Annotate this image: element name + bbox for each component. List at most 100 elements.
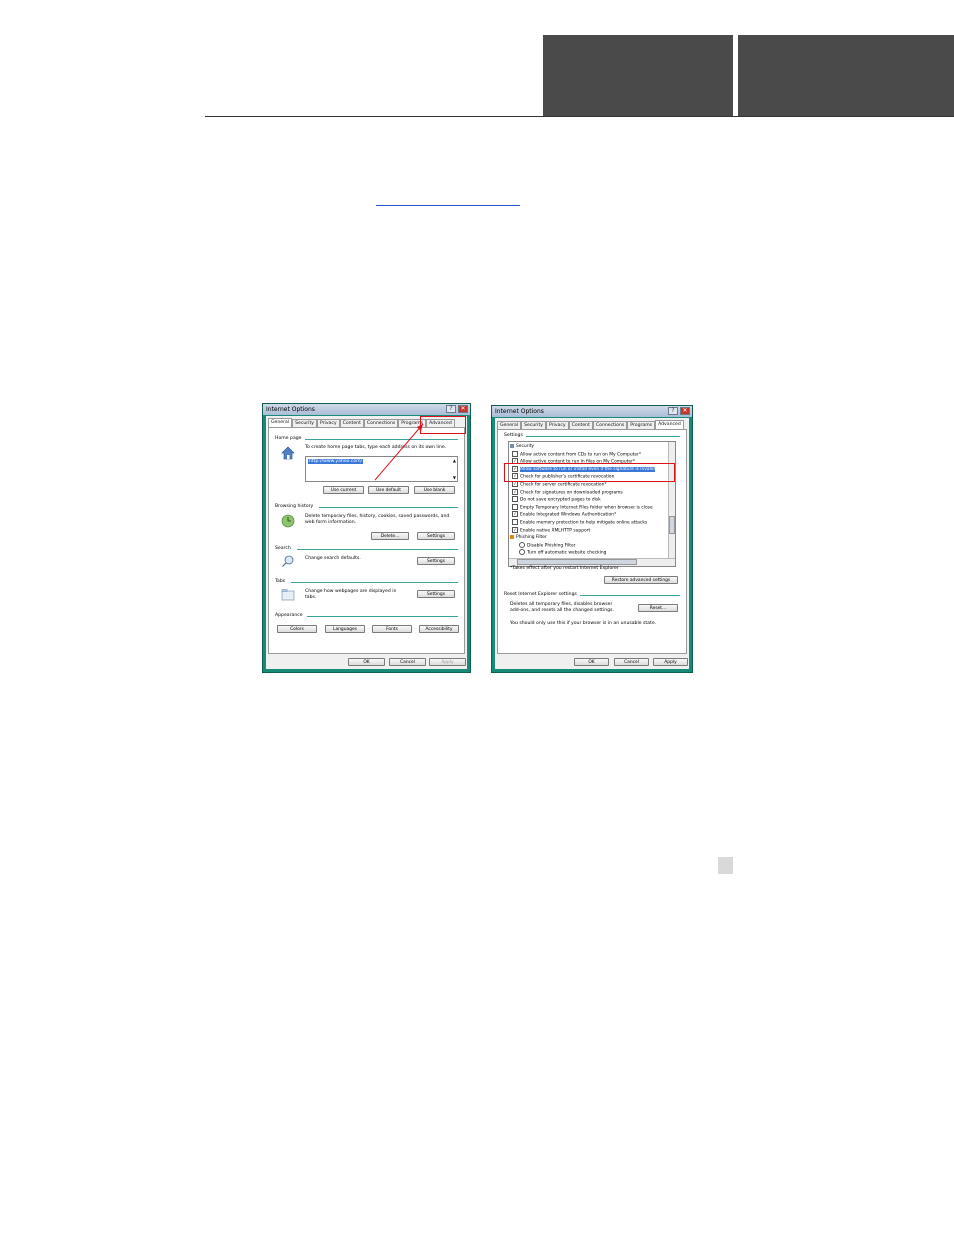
scrollbar-thumb[interactable]	[669, 516, 675, 534]
settings-item-label: Enable memory protection to help mitigat…	[520, 520, 648, 526]
lock-icon	[510, 443, 514, 448]
settings-rule	[526, 436, 680, 437]
checkbox[interactable]: ✓	[512, 511, 518, 518]
settings-list-item[interactable]: Turn off automatic website checking	[519, 549, 606, 556]
hyperlink-underline[interactable]	[376, 205, 520, 206]
tabs-desc: Change how webpages are displayed in tab…	[305, 589, 397, 600]
home-page-rule	[305, 439, 458, 440]
url-scroll-up-icon[interactable]: ▲	[453, 458, 456, 463]
fonts-button[interactable]: Fonts	[372, 625, 412, 633]
settings-list-item[interactable]: Do not save encrypted pages to disk	[512, 496, 601, 503]
settings-list[interactable]: Security Allow active content from CDs to…	[508, 441, 676, 567]
settings-item-label: Disable Phishing Filter	[527, 543, 576, 549]
h-scrollbar-thumb[interactable]	[517, 559, 637, 565]
reset-button[interactable]: Reset...	[638, 604, 678, 612]
horizontal-scrollbar[interactable]	[509, 558, 675, 566]
reset-desc: Deletes all temporary files, disables br…	[510, 602, 614, 613]
dialog-title: Internet Options	[495, 408, 544, 415]
help-button[interactable]: ?	[446, 405, 456, 413]
history-settings-button[interactable]: Settings	[417, 532, 455, 540]
vertical-scrollbar[interactable]	[668, 442, 675, 558]
house-icon	[281, 446, 295, 460]
tabs-window-icon	[281, 589, 295, 601]
delete-button[interactable]: Delete...	[371, 532, 409, 540]
dialog-title: Internet Options	[266, 406, 315, 413]
use-default-button[interactable]: Use default	[368, 486, 409, 494]
apply-button[interactable]: Apply	[653, 658, 688, 666]
ok-button[interactable]: OK	[574, 658, 609, 666]
appearance-group-label: Appearance	[275, 613, 303, 618]
general-panel: Home page To create home page tabs, type…	[268, 427, 465, 654]
browsing-history-group-label: Browsing history	[275, 504, 314, 509]
globe-clock-icon	[281, 514, 295, 528]
restart-note: *Takes effect after you restart Internet…	[510, 566, 619, 571]
cancel-button[interactable]: Cancel	[389, 658, 426, 666]
settings-list-item[interactable]: ✓ Check for server certificate revocation…	[512, 481, 607, 488]
reset-rule	[580, 595, 680, 596]
cancel-button[interactable]: Cancel	[614, 658, 649, 666]
checkbox[interactable]	[519, 541, 525, 548]
settings-item-label: Allow active content from CDs to run on …	[520, 452, 642, 458]
use-blank-button[interactable]: Use blank	[414, 486, 455, 494]
checkbox[interactable]	[512, 450, 518, 457]
help-button[interactable]: ?	[668, 407, 678, 415]
home-page-url: http://www.yahoo.com/	[308, 459, 364, 464]
search-settings-button[interactable]: Settings	[417, 557, 455, 565]
settings-item-label: Check for signatures on downloaded progr…	[520, 490, 623, 496]
checkbox[interactable]	[512, 496, 518, 503]
apply-button[interactable]: Apply	[429, 658, 466, 666]
url-scroll-down-icon[interactable]: ▼	[453, 475, 456, 480]
settings-list-item[interactable]: Enable memory protection to help mitigat…	[512, 519, 647, 526]
close-button[interactable]: ✕	[680, 407, 690, 415]
browsing-history-rule	[319, 507, 458, 508]
tab-privacy[interactable]: Privacy	[545, 421, 569, 429]
tab-connections[interactable]: Connections	[592, 421, 628, 429]
checkbox[interactable]	[512, 503, 518, 510]
settings-item-label: Phishing Filter	[516, 535, 547, 541]
tab-security[interactable]: Security	[521, 421, 546, 429]
settings-list-item[interactable]: ✓ Enable native XMLHTTP support	[512, 526, 591, 534]
home-page-group-label: Home page	[275, 436, 302, 441]
settings-list-item[interactable]: Security	[510, 443, 534, 450]
tab-general[interactable]: General	[497, 421, 522, 429]
tabs-settings-button[interactable]: Settings	[417, 590, 455, 598]
colors-button[interactable]: Colors	[277, 625, 317, 633]
checkbox[interactable]: ✓	[512, 526, 518, 533]
checkbox[interactable]	[519, 549, 525, 556]
tab-programs[interactable]: Programs	[627, 421, 656, 429]
reset-group-label: Reset Internet Explorer settings	[504, 592, 577, 597]
restore-advanced-button[interactable]: Restore advanced settings	[604, 576, 678, 584]
tab-strip: General Security Privacy Content Connect…	[497, 420, 687, 430]
page-marker	[718, 857, 733, 874]
checked-items-highlight	[504, 463, 675, 482]
browsing-history-desc: Delete temporary files, history, cookies…	[305, 514, 450, 525]
header-block-right	[738, 35, 954, 116]
ok-button[interactable]: OK	[348, 658, 385, 666]
checkbox[interactable]: ✓	[512, 488, 518, 495]
tab-content[interactable]: Content	[568, 421, 593, 429]
settings-list-item[interactable]: ✓ Check for signatures on downloaded prog…	[512, 488, 623, 496]
internet-options-general-dialog: Internet Options ? ✕ General Security Pr…	[262, 403, 471, 673]
phishing-filter-icon	[510, 534, 514, 539]
settings-list-item[interactable]: Empty Temporary Internet Files folder wh…	[512, 503, 653, 511]
settings-list-item[interactable]: Phishing Filter	[510, 534, 547, 541]
settings-list-item[interactable]: Disable Phishing Filter	[519, 541, 576, 549]
languages-button[interactable]: Languages	[325, 625, 365, 633]
use-current-button[interactable]: Use current	[323, 486, 364, 494]
magnifier-icon	[282, 555, 294, 567]
tab-privacy[interactable]: Privacy	[316, 419, 340, 427]
settings-list-item[interactable]: ✓ Enable Integrated Windows Authenticatio…	[512, 511, 616, 518]
checkbox[interactable]	[512, 519, 518, 525]
tab-content[interactable]: Content	[339, 419, 364, 427]
home-page-desc: To create home page tabs, type each addr…	[305, 445, 447, 450]
settings-item-label: Enable native XMLHTTP support	[520, 528, 591, 534]
search-desc: Change search defaults.	[305, 556, 361, 561]
tab-security[interactable]: Security	[292, 419, 317, 427]
header-block-left	[543, 35, 733, 116]
tab-connections[interactable]: Connections	[363, 419, 399, 427]
accessibility-button[interactable]: Accessibility	[419, 625, 459, 633]
reset-warning: You should only use this if your browser…	[510, 621, 657, 626]
home-page-url-field[interactable]: http://www.yahoo.com/ ▲ ▼	[305, 456, 458, 482]
settings-list-item[interactable]: Allow active content from CDs to run on …	[512, 450, 642, 458]
close-button[interactable]: ✕	[458, 405, 468, 413]
